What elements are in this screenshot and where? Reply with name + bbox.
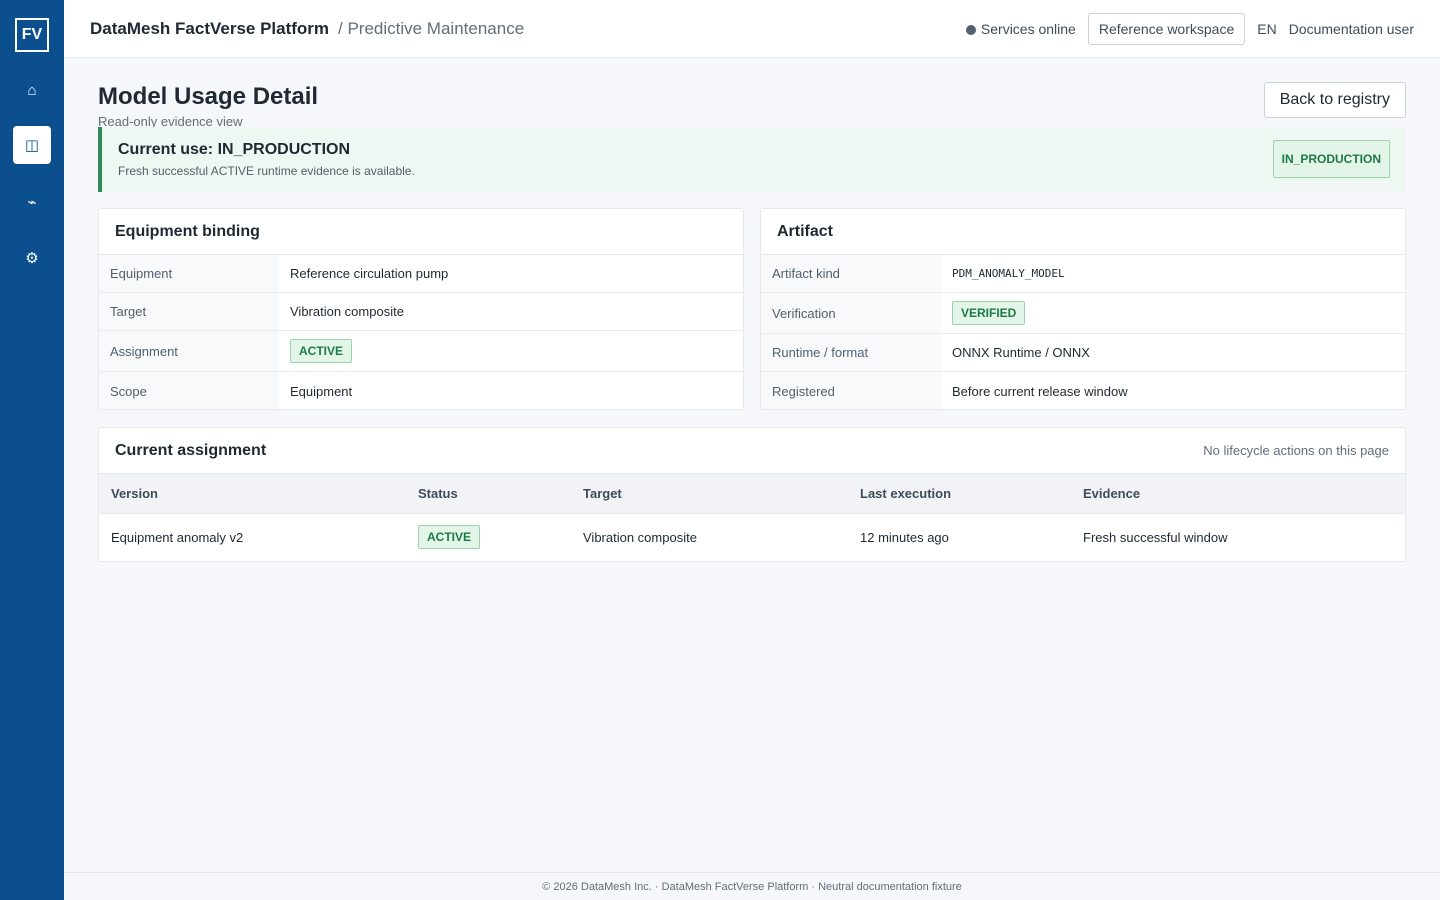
kv-row-scope: Scope Equipment [99, 372, 743, 409]
kv-value: Vibration composite [290, 304, 404, 319]
top-bar: DataMesh FactVerse Platform / Predictive… [64, 0, 1440, 58]
page-title: Model Usage Detail [98, 83, 319, 110]
kv-row-verification: Verification VERIFIED [761, 293, 1405, 334]
kv-value: VERIFIED [941, 293, 1405, 333]
card-title: Artifact [761, 209, 1405, 255]
kv-value: Before current release window [952, 383, 1128, 399]
model-registry-icon[interactable]: ◫ [13, 126, 51, 164]
artifact-card: Artifact Artifact kind PDM_ANOMALY_MODEL… [760, 208, 1406, 410]
table-header-row: Version Status Target Last execution Evi… [99, 474, 1405, 514]
kv-label: Target [99, 293, 279, 330]
column-header-evidence: Evidence [1071, 474, 1405, 514]
current-assignment-card: Current assignment No lifecycle actions … [98, 427, 1406, 562]
assignment-card-header: Current assignment No lifecycle actions … [99, 428, 1405, 474]
kv-row-registered: Registered Before current release window [761, 372, 1405, 409]
workspace-button[interactable]: Reference workspace [1087, 13, 1246, 45]
status-dot-icon [965, 25, 976, 35]
cell-target: Vibration composite [583, 529, 697, 545]
kv-label: Runtime / format [761, 334, 941, 371]
table-row[interactable]: Equipment anomaly v2 ACTIVE Vibration co… [99, 513, 1405, 561]
assignment-status-badge: ACTIVE [290, 339, 353, 363]
footer: © 2026 DataMesh Inc. · DataMesh FactVers… [64, 872, 1440, 900]
kv-row-assignment: Assignment ACTIVE [99, 331, 743, 372]
kv-label: Scope [99, 372, 279, 409]
kv-value: PDM_ANOMALY_MODEL [952, 267, 1065, 280]
services-status: Services online [965, 21, 1076, 37]
column-header-version: Version [99, 474, 406, 514]
cell-status: ACTIVE [406, 513, 571, 561]
usage-status-banner: Current use: IN_PRODUCTION Fresh success… [98, 127, 1406, 192]
kv-row-artifact-kind: Artifact kind PDM_ANOMALY_MODEL [761, 255, 1405, 293]
signal-icon[interactable]: ⌁ [13, 183, 51, 221]
column-header-target: Target [571, 474, 848, 514]
app-logo[interactable]: FV [15, 18, 49, 52]
column-header-last-execution: Last execution [848, 474, 1071, 514]
gear-icon[interactable]: ⚙ [13, 239, 51, 277]
kv-label: Artifact kind [761, 255, 941, 292]
kv-value: ACTIVE [279, 331, 743, 371]
kv-label: Equipment [99, 255, 279, 292]
services-status-label: Services online [980, 21, 1076, 37]
kv-row-target: Target Vibration composite [99, 293, 743, 331]
kv-value: ONNX Runtime / ONNX [952, 345, 1090, 360]
cell-version: Equipment anomaly v2 [111, 529, 244, 545]
kv-label: Assignment [99, 331, 279, 371]
assignment-note: No lifecycle actions on this page [1203, 443, 1389, 458]
back-to-registry-button[interactable]: Back to registry [1263, 82, 1406, 118]
brand-name[interactable]: DataMesh FactVerse Platform [90, 19, 329, 39]
sidebar: FV ⌂ ◫ ⌁ ⚙ [0, 0, 64, 900]
kv-value: Equipment [290, 383, 353, 399]
user-menu[interactable]: Documentation user [1289, 21, 1414, 37]
card-title: Current assignment [115, 441, 267, 459]
banner-text: Fresh successful ACTIVE runtime evidence… [118, 164, 415, 178]
status-badge: ACTIVE [418, 525, 481, 550]
column-header-status: Status [406, 474, 571, 514]
cell-last-execution: 12 minutes ago [860, 529, 949, 545]
kv-row-equipment: Equipment Reference circulation pump [99, 255, 743, 293]
banner-title: Current use: IN_PRODUCTION [118, 141, 351, 158]
kv-label: Registered [761, 372, 941, 409]
assignment-table: Version Status Target Last execution Evi… [99, 474, 1405, 561]
breadcrumb[interactable]: / Predictive Maintenance [338, 19, 524, 39]
kv-label: Verification [761, 293, 941, 333]
home-icon[interactable]: ⌂ [13, 71, 51, 109]
equipment-binding-card: Equipment binding Equipment Reference ci… [98, 208, 744, 410]
card-title: Equipment binding [99, 209, 743, 255]
kv-row-runtime: Runtime / format ONNX Runtime / ONNX [761, 334, 1405, 372]
cell-evidence: Fresh successful window [1083, 529, 1228, 545]
production-badge: IN_PRODUCTION [1272, 140, 1390, 178]
kv-value: Reference circulation pump [290, 266, 449, 281]
verification-badge: VERIFIED [952, 301, 1026, 325]
language-switch[interactable]: EN [1257, 21, 1276, 37]
top-right-controls: Services online Reference workspace EN D… [965, 13, 1414, 45]
